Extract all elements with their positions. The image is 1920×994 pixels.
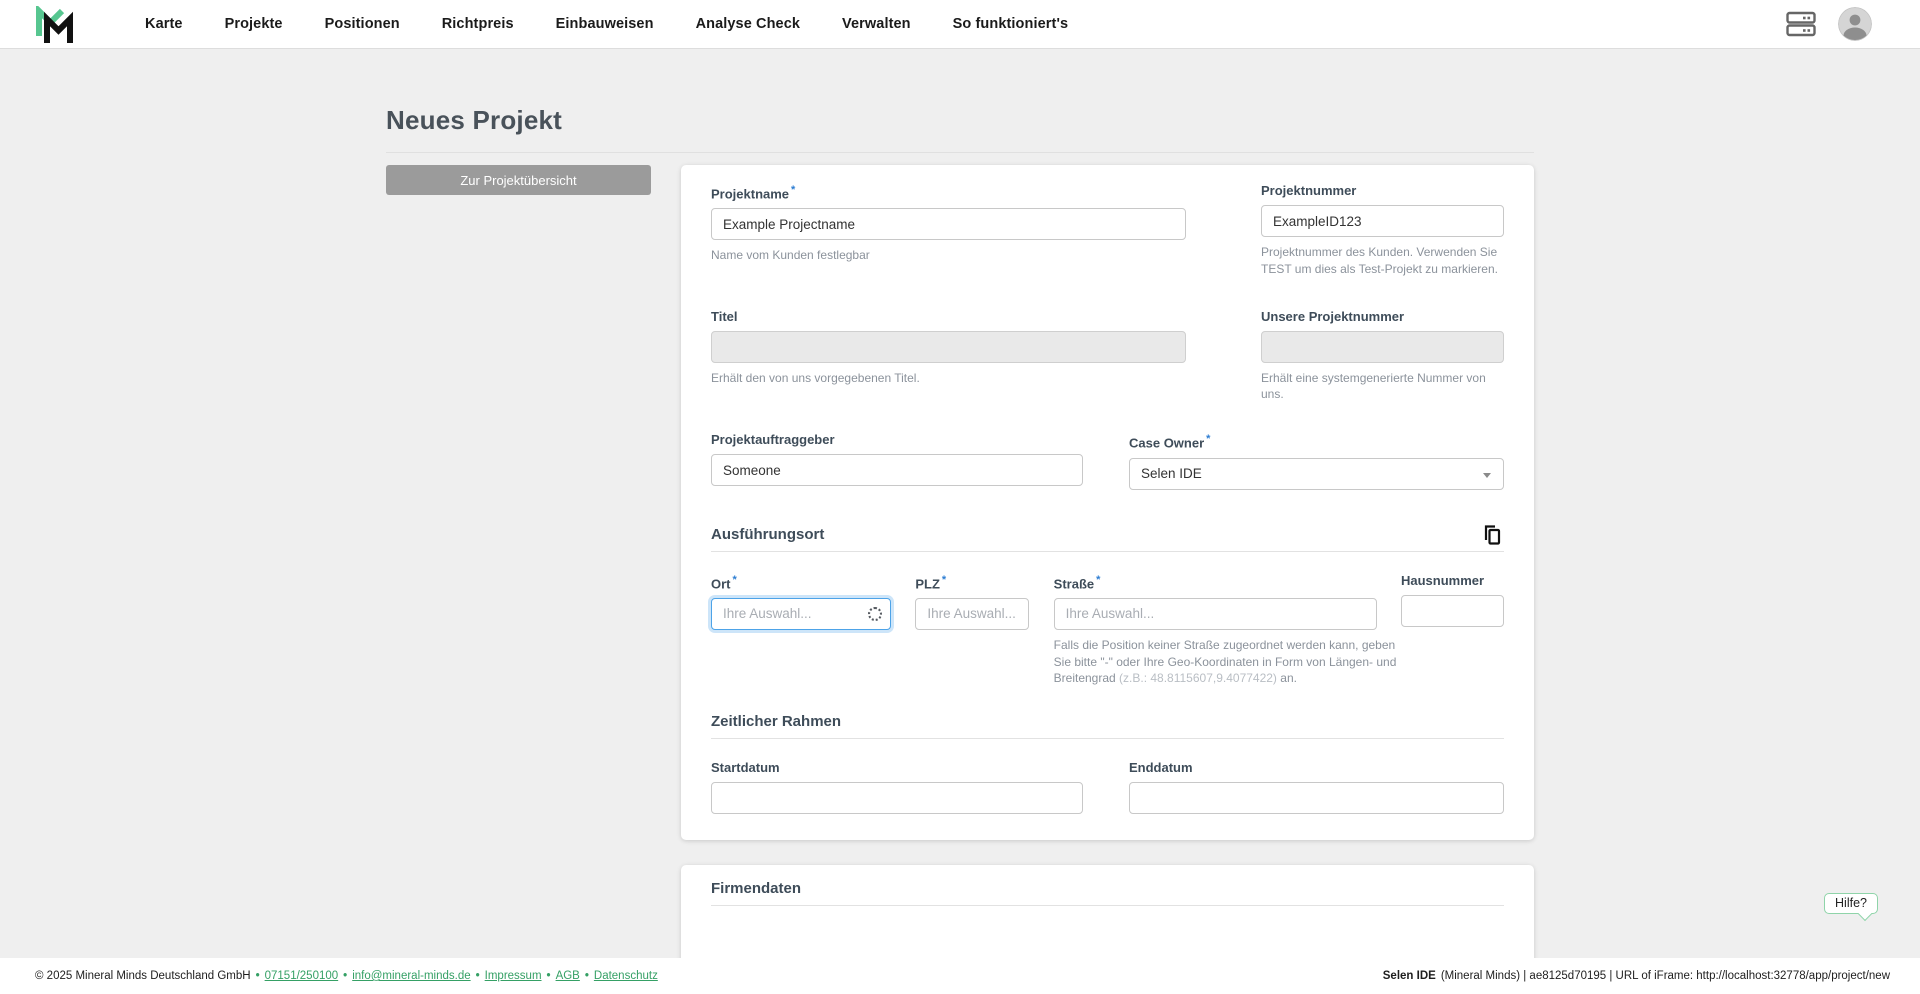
section-divider bbox=[711, 550, 1504, 552]
footer: © 2025 Mineral Minds Deutschland GmbH • … bbox=[0, 958, 1920, 994]
nav-item-so-funktionierts[interactable]: So funktioniert's bbox=[953, 16, 1069, 32]
enddatum-label: Enddatum bbox=[1129, 760, 1193, 776]
projektname-label: Projektname * bbox=[711, 184, 796, 202]
footer-session-user: Selen IDE bbox=[1382, 970, 1436, 982]
required-marker: * bbox=[1206, 433, 1211, 446]
strasse-input[interactable] bbox=[1053, 597, 1377, 630]
firmendaten-section-header: Firmendaten bbox=[711, 880, 1504, 907]
projektname-helper-text: Name vom Kunden festlegbar bbox=[711, 248, 870, 263]
ort-input[interactable] bbox=[711, 597, 891, 630]
footer-link-email[interactable]: info@mineral-minds.de bbox=[352, 970, 470, 982]
loading-spinner-icon bbox=[868, 606, 882, 621]
firmendaten-section-title: Firmendaten bbox=[711, 880, 802, 898]
nav-item-positionen[interactable]: Positionen bbox=[325, 16, 400, 32]
chevron-down-icon bbox=[1483, 472, 1491, 478]
strasse-label: Straße * bbox=[1053, 573, 1101, 591]
footer-separator: • bbox=[546, 970, 551, 982]
projektname-input[interactable] bbox=[711, 208, 1186, 241]
nav-item-karte[interactable]: Karte bbox=[145, 16, 183, 32]
projektauftraggeber-input[interactable] bbox=[711, 454, 1083, 487]
back-to-project-overview-button[interactable]: Zur Projektübersicht bbox=[386, 165, 651, 195]
enddatum-input[interactable] bbox=[1129, 782, 1504, 815]
help-button[interactable]: Hilfe? bbox=[1824, 893, 1878, 914]
case-owner-label: Case Owner * bbox=[1129, 433, 1211, 451]
projektnummer-helper-text: Projektnummer des Kunden. Verwenden Sie … bbox=[1261, 245, 1498, 276]
required-marker: * bbox=[732, 573, 737, 586]
project-form-card: Projektname* Name vom Kunden festlegbar … bbox=[681, 165, 1534, 841]
startdatum-label: Startdatum bbox=[711, 760, 780, 776]
unsere-projektnummer-label: Unsere Projektnummer bbox=[1261, 308, 1405, 324]
nav-item-projekte[interactable]: Projekte bbox=[225, 16, 283, 32]
section-divider bbox=[711, 738, 1504, 740]
required-marker: * bbox=[791, 184, 796, 196]
mineral-minds-logo-icon[interactable] bbox=[35, 6, 75, 44]
ausfuehrungsort-section-title: Ausführungsort bbox=[711, 525, 825, 543]
footer-session-details: (Mineral Minds) | ae8125d70195 | URL of … bbox=[1440, 970, 1890, 982]
footer-copyright: © 2025 Mineral Minds Deutschland GmbH bbox=[35, 970, 251, 982]
ort-label: Ort * bbox=[711, 573, 737, 591]
page-title: Neues Projekt bbox=[386, 105, 563, 135]
footer-link-phone[interactable]: 07151/250100 bbox=[265, 970, 339, 982]
case-owner-selected-value: Selen IDE bbox=[1141, 466, 1202, 482]
plz-label: PLZ * bbox=[915, 573, 947, 591]
nav-item-analyse-check[interactable]: Analyse Check bbox=[696, 16, 800, 32]
footer-separator: • bbox=[343, 970, 348, 982]
required-marker: * bbox=[1096, 573, 1101, 586]
startdatum-input[interactable] bbox=[711, 782, 1083, 815]
projektnummer-label: Projektnummer bbox=[1261, 183, 1357, 198]
hausnummer-label: Hausnummer bbox=[1400, 572, 1485, 588]
footer-separator: • bbox=[475, 970, 480, 982]
required-marker: * bbox=[941, 573, 947, 586]
hausnummer-input[interactable] bbox=[1400, 594, 1504, 627]
titel-label: Titel bbox=[711, 308, 738, 324]
nav-item-richtpreis[interactable]: Richtpreis bbox=[442, 16, 514, 32]
footer-left: © 2025 Mineral Minds Deutschland GmbH • … bbox=[35, 970, 658, 982]
left-sidebar: Zur Projektübersicht bbox=[386, 165, 681, 195]
main-nav: Karte Projekte Positionen Richtpreis Ein… bbox=[145, 16, 1068, 32]
zeitlicher-rahmen-section-header: Zeitlicher Rahmen bbox=[711, 713, 1504, 740]
top-navigation-bar: Karte Projekte Positionen Richtpreis Ein… bbox=[0, 0, 1920, 49]
footer-link-datenschutz[interactable]: Datenschutz bbox=[594, 970, 658, 982]
case-owner-select[interactable]: Selen IDE bbox=[1129, 457, 1504, 490]
main-content: Neues Projekt Zur Projektübersicht Proje… bbox=[386, 105, 1534, 986]
plz-input[interactable] bbox=[915, 597, 1030, 630]
strasse-helper-text: Falls die Position keiner Straße zugeord… bbox=[1053, 637, 1397, 686]
footer-link-agb[interactable]: AGB bbox=[556, 970, 580, 982]
footer-session-info: Selen IDE (Mineral Minds) | ae8125d70195… bbox=[1383, 970, 1890, 982]
nav-item-verwalten[interactable]: Verwalten bbox=[842, 16, 911, 32]
ausfuehrungsort-section-header: Ausführungsort bbox=[711, 524, 1504, 552]
projektauftraggeber-label: Projektauftraggeber bbox=[711, 432, 835, 448]
topbar-right-icons bbox=[1786, 7, 1872, 41]
zeitlicher-rahmen-section-title: Zeitlicher Rahmen bbox=[711, 713, 842, 731]
nav-item-einbauweisen[interactable]: Einbauweisen bbox=[556, 16, 654, 32]
server-stack-icon[interactable] bbox=[1786, 11, 1816, 37]
section-divider bbox=[711, 905, 1504, 907]
titel-helper-text: Erhält den von uns vorgegebenen Titel. bbox=[711, 370, 920, 385]
footer-separator: • bbox=[255, 970, 260, 982]
copy-icon bbox=[1484, 524, 1501, 545]
unsere-projektnummer-input bbox=[1261, 330, 1504, 363]
footer-link-impressum[interactable]: Impressum bbox=[485, 970, 542, 982]
titel-input bbox=[711, 330, 1186, 363]
copy-location-button[interactable] bbox=[1480, 522, 1504, 551]
unsere-projektnummer-helper-text: Erhält eine systemgenerierte Nummer von … bbox=[1261, 370, 1486, 402]
footer-separator: • bbox=[584, 970, 589, 982]
projektnummer-input[interactable] bbox=[1261, 205, 1504, 237]
user-avatar-icon[interactable] bbox=[1838, 7, 1872, 41]
title-divider bbox=[386, 152, 1534, 153]
